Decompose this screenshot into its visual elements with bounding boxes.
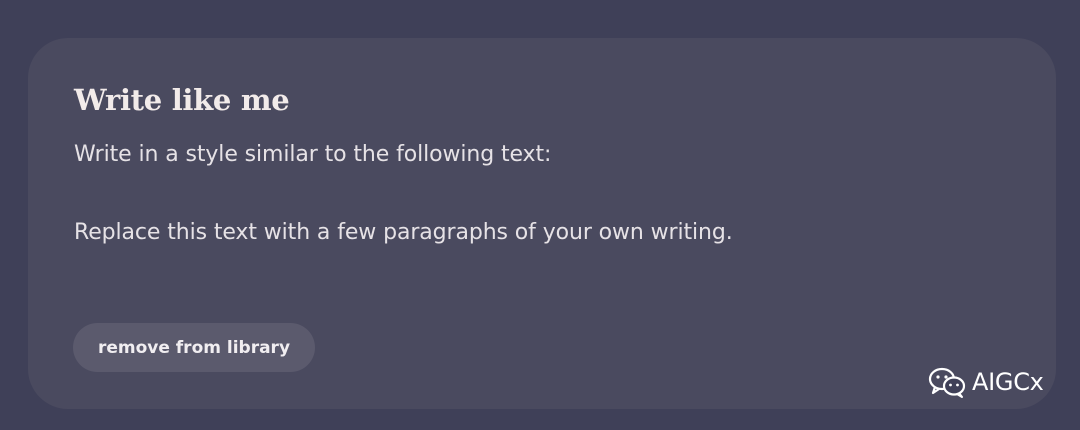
prompt-text-line: Replace this text with a few paragraphs … — [74, 220, 733, 245]
prompt-text-line: Write in a style similar to the followin… — [74, 142, 552, 167]
remove-from-library-button[interactable]: remove from library — [73, 323, 315, 372]
card-title: Write like me — [74, 83, 290, 117]
watermark: AIGCx — [928, 362, 1044, 402]
watermark-text: AIGCx — [972, 368, 1044, 396]
prompt-card: Write like me Write in a style similar t… — [28, 38, 1056, 409]
wechat-icon — [928, 366, 966, 398]
